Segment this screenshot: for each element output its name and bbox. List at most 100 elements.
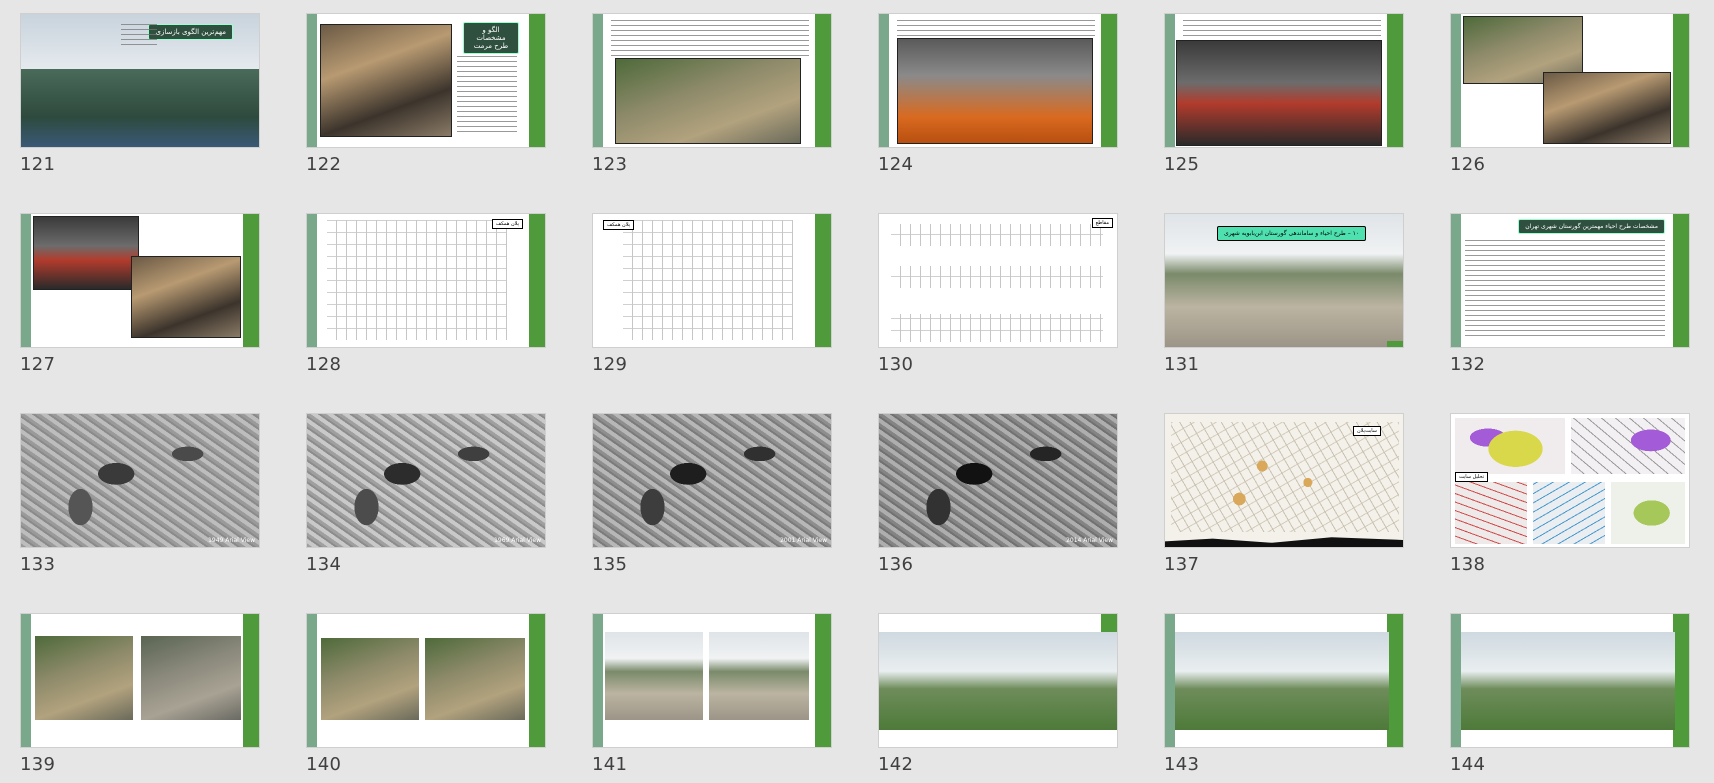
slide-preview: پلان همکف (592, 213, 832, 348)
slide-thumbnail-141[interactable]: 141 (592, 613, 832, 783)
slide-thumbnail-143[interactable]: 143 (1164, 613, 1404, 783)
slide-thumbnail-130[interactable]: مقاطع 130 (878, 213, 1118, 393)
slide-photo (425, 638, 525, 720)
slide-preview: مهم‌ترین الگوی بازسازی (20, 13, 260, 148)
slide-thumbnail-123[interactable]: 123 (592, 13, 832, 193)
slide-preview: تحلیل سایت (1450, 413, 1690, 548)
slide-number: 121 (20, 154, 56, 175)
aerial-caption: 1949 Arial View (208, 537, 255, 544)
slide-number: 144 (1450, 754, 1486, 775)
slide-number: 128 (306, 354, 342, 375)
slide-number: 123 (592, 154, 628, 175)
slide-preview (306, 613, 546, 748)
slide-preview: مشخصات طرح احیاء مهمترین گورستان شهری ته… (1450, 213, 1690, 348)
aerial-caption: 2014 Arial View (1066, 537, 1113, 544)
drawing-label: تحلیل سایت (1455, 472, 1489, 482)
analysis-map (1455, 482, 1527, 544)
slide-number: 143 (1164, 754, 1200, 775)
slide-number: 130 (878, 354, 914, 375)
slide-photo (321, 638, 419, 720)
aerial-photo (879, 414, 1117, 547)
slide-photo (1175, 632, 1389, 730)
slide-thumbnail-140[interactable]: 140 (306, 613, 546, 783)
analysis-map (1571, 418, 1685, 474)
analysis-map (1455, 418, 1565, 474)
slide-preview: پلان همکف (306, 213, 546, 348)
slide-preview: 2014 Arial View (878, 413, 1118, 548)
slide-preview: مقاطع (878, 213, 1118, 348)
slide-number: 127 (20, 354, 56, 375)
slide-number: 135 (592, 554, 628, 575)
slide-photo (1543, 72, 1671, 144)
drawing-label: سایت‌پلان (1352, 426, 1381, 436)
slide-title: مهم‌ترین الگوی بازسازی (148, 24, 233, 40)
slide-thumbnail-137[interactable]: سایت‌پلان 137 (1164, 413, 1404, 593)
slide-thumbnail-136[interactable]: 2014 Arial View 136 (878, 413, 1118, 593)
slide-thumbnail-134[interactable]: 1969 Arial View 134 (306, 413, 546, 593)
slide-thumbnail-144[interactable]: 144 (1450, 613, 1690, 783)
slide-photo (615, 58, 801, 144)
slide-preview: سایت‌پلان (1164, 413, 1404, 548)
slide-photo (33, 216, 139, 290)
slide-thumbnail-128[interactable]: پلان همکف 128 (306, 213, 546, 393)
slide-number: 140 (306, 754, 342, 775)
slide-number: 129 (592, 354, 628, 375)
slide-thumbnail-135[interactable]: 2001 Arial View 135 (592, 413, 832, 593)
slide-thumbnail-126[interactable]: 126 (1450, 13, 1690, 193)
slide-thumbnail-124[interactable]: 124 (878, 13, 1118, 193)
slide-title: الگو و مشخصات طرح مرمت (463, 22, 519, 54)
slide-photo (35, 636, 133, 720)
slide-thumbnail-142[interactable]: 142 (878, 613, 1118, 783)
slide-photo (605, 632, 703, 720)
aerial-caption: 2001 Arial View (780, 537, 827, 544)
analysis-map (1611, 482, 1685, 544)
slide-sorter: مهم‌ترین الگوی بازسازی 121 الگو و مشخصات… (0, 0, 1714, 783)
slide-preview (592, 613, 832, 748)
slide-title: ۱۰ – طرح احیاء و ساماندهی گورستان ابن‌با… (1217, 226, 1367, 241)
slide-thumbnail-133[interactable]: 1949 Arial View 133 (20, 413, 260, 593)
aerial-photo (307, 414, 545, 547)
slide-thumbnail-138[interactable]: تحلیل سایت 138 (1450, 413, 1690, 593)
drawing-label: پلان همکف (603, 220, 635, 230)
slide-preview: الگو و مشخصات طرح مرمت (306, 13, 546, 148)
slide-preview: 1969 Arial View (306, 413, 546, 548)
slide-photo (320, 24, 452, 137)
slide-number: 139 (20, 754, 56, 775)
floor-plan-drawing (327, 220, 507, 340)
slide-body-text (121, 24, 157, 46)
slide-thumbnail-129[interactable]: پلان همکف 129 (592, 213, 832, 393)
slide-number: 137 (1164, 554, 1200, 575)
slide-thumbnail-132[interactable]: مشخصات طرح احیاء مهمترین گورستان شهری ته… (1450, 213, 1690, 393)
slide-thumbnail-131[interactable]: ۱۰ – طرح احیاء و ساماندهی گورستان ابن‌با… (1164, 213, 1404, 393)
slide-body-text (897, 20, 1095, 36)
slide-title: مشخصات طرح احیاء مهمترین گورستان شهری ته… (1518, 219, 1665, 234)
slide-preview: 1949 Arial View (20, 413, 260, 548)
slide-photo (879, 632, 1117, 730)
section-drawing (891, 224, 1103, 246)
slide-preview (1164, 613, 1404, 748)
floor-plan-drawing (623, 220, 793, 340)
slide-preview (1450, 13, 1690, 148)
slide-number: 136 (878, 554, 914, 575)
slide-number: 131 (1164, 354, 1200, 375)
slide-number: 125 (1164, 154, 1200, 175)
slide-photo (709, 632, 809, 720)
slide-number: 142 (878, 754, 914, 775)
slide-preview: ۱۰ – طرح احیاء و ساماندهی گورستان ابن‌با… (1164, 213, 1404, 348)
slide-body-text (1465, 240, 1665, 336)
site-plan-drawing (1171, 422, 1399, 532)
slide-number: 141 (592, 754, 628, 775)
slide-thumbnail-139[interactable]: 139 (20, 613, 260, 783)
slide-thumbnail-125[interactable]: 125 (1164, 13, 1404, 193)
slide-number: 138 (1450, 554, 1486, 575)
slide-photo (897, 38, 1093, 144)
slide-preview (20, 613, 260, 748)
slide-number: 133 (20, 554, 56, 575)
slide-number: 134 (306, 554, 342, 575)
slide-thumbnail-122[interactable]: الگو و مشخصات طرح مرمت 122 (306, 13, 546, 193)
slide-photo (1461, 632, 1675, 730)
slide-number: 126 (1450, 154, 1486, 175)
section-drawing (891, 314, 1103, 342)
slide-thumbnail-127[interactable]: 127 (20, 213, 260, 393)
slide-thumbnail-121[interactable]: مهم‌ترین الگوی بازسازی 121 (20, 13, 260, 193)
